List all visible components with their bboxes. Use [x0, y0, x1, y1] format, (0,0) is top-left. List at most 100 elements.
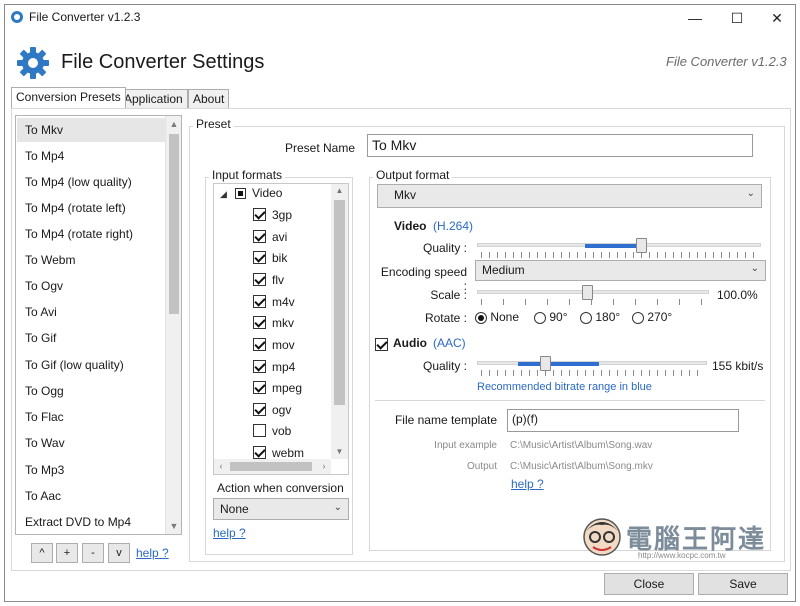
scroll-left-icon[interactable]: ‹ [214, 459, 228, 474]
format-label: avi [272, 229, 288, 244]
close-button[interactable]: Close [604, 573, 694, 595]
tree-expand-icon[interactable]: ◢ [220, 189, 227, 200]
save-button[interactable]: Save [698, 573, 788, 595]
format-checkbox[interactable] [253, 273, 266, 287]
tab-about[interactable]: About [188, 89, 230, 108]
format-checkbox[interactable] [253, 230, 266, 244]
preset-item[interactable]: To Gif (low quality) [17, 353, 165, 377]
rotate-option-90[interactable]: 90° [534, 310, 568, 324]
format-row-mpeg[interactable]: mpeg [253, 380, 302, 398]
rotate-option-180[interactable]: 180° [580, 310, 620, 324]
scroll-thumb[interactable] [169, 134, 179, 314]
category-checkbox[interactable] [235, 188, 246, 199]
tree-hscrollbar[interactable]: ‹ › [214, 459, 331, 474]
audio-checkbox[interactable] [375, 338, 388, 352]
template-input[interactable]: (p)(f) [507, 409, 739, 432]
format-checkbox[interactable] [253, 446, 266, 460]
radio-button[interactable] [632, 311, 644, 324]
preset-item[interactable]: To Mp4 [17, 144, 165, 168]
slider-ticks [481, 299, 707, 305]
format-checkbox[interactable] [253, 338, 266, 352]
input-help-link[interactable]: help ? [213, 526, 246, 540]
maximize-button[interactable]: ☐ [717, 5, 757, 31]
format-checkbox[interactable] [253, 403, 266, 417]
format-row-flv[interactable]: flv [253, 272, 284, 290]
preset-item[interactable]: To Aac [17, 484, 165, 508]
radio-button[interactable] [580, 311, 592, 324]
encoding-speed-select[interactable]: Medium ⌄ [475, 260, 766, 281]
format-row-mov[interactable]: mov [253, 337, 295, 355]
format-label: mp4 [272, 359, 296, 374]
slider-thumb[interactable] [636, 238, 647, 253]
format-row-m4v[interactable]: m4v [253, 294, 295, 312]
scroll-down-icon[interactable]: ▼ [331, 445, 348, 459]
preset-item[interactable]: To Ogg [17, 379, 165, 403]
output-format-select[interactable]: Mkv ⌄ [377, 184, 762, 208]
preset-item[interactable]: To Flac [17, 405, 165, 429]
main-window: File Converter v1.2.3 — ☐ ✕ File Convert… [4, 4, 796, 602]
format-checkbox[interactable] [253, 251, 266, 265]
preset-item[interactable]: Extract DVD to Mp4 [17, 510, 165, 534]
add-preset-button[interactable]: + [56, 543, 78, 563]
format-label: mov [272, 337, 295, 352]
rotate-option-none[interactable]: None [475, 310, 519, 324]
scroll-thumb[interactable] [334, 200, 345, 405]
preset-item[interactable]: To Mkv [17, 118, 165, 142]
preset-name-input[interactable]: To Mkv [367, 134, 753, 157]
preset-item[interactable]: To Mp3 [17, 458, 165, 482]
preset-item[interactable]: To Mp4 (low quality) [17, 170, 165, 194]
scroll-right-icon[interactable]: › [317, 459, 331, 474]
format-checkbox[interactable] [253, 208, 266, 222]
radio-button[interactable] [534, 311, 546, 324]
format-row-avi[interactable]: avi [253, 229, 287, 247]
scroll-up-icon[interactable]: ▲ [166, 116, 181, 132]
preset-item[interactable]: To Webm [17, 248, 165, 272]
format-checkbox[interactable] [253, 424, 266, 438]
audio-quality-slider[interactable] [477, 355, 707, 377]
preset-item[interactable]: To Wav [17, 431, 165, 455]
preset-item[interactable]: To Ogv [17, 274, 165, 298]
preset-list[interactable]: To Mkv To Mp4 To Mp4 (low quality) To Mp… [15, 115, 182, 535]
format-checkbox[interactable] [253, 295, 266, 309]
category-label: Video [252, 186, 283, 200]
preset-item[interactable]: To Mp4 (rotate left) [17, 196, 165, 220]
video-quality-slider[interactable] [477, 237, 761, 259]
format-row-3gp[interactable]: 3gp [253, 207, 292, 225]
tree-vscrollbar[interactable]: ▲ ▼ [331, 184, 348, 459]
scale-slider[interactable] [477, 284, 709, 306]
action-select[interactable]: None ⌄ [213, 498, 349, 520]
version-label: File Converter v1.2.3 [666, 54, 787, 69]
remove-preset-button[interactable]: - [82, 543, 104, 563]
close-window-button[interactable]: ✕ [757, 5, 797, 31]
format-row-mp4[interactable]: mp4 [253, 359, 295, 377]
scroll-up-icon[interactable]: ▲ [331, 184, 348, 198]
presets-help-link[interactable]: help ? [136, 546, 169, 560]
preset-list-scrollbar[interactable]: ▲ ▼ [165, 116, 181, 534]
scroll-thumb[interactable] [230, 462, 312, 471]
radio-button[interactable] [475, 311, 487, 324]
rotate-option-label: 90° [549, 310, 568, 324]
scroll-down-icon[interactable]: ▼ [166, 518, 181, 534]
format-row-bik[interactable]: bik [253, 250, 287, 268]
format-checkbox[interactable] [253, 381, 266, 395]
format-row-vob[interactable]: vob [253, 423, 291, 441]
format-checkbox[interactable] [253, 360, 266, 374]
preset-item[interactable]: To Mp4 (rotate right) [17, 222, 165, 246]
rotate-option-270[interactable]: 270° [632, 310, 672, 324]
preset-item[interactable]: To Avi [17, 300, 165, 324]
audio-toggle[interactable] [375, 337, 388, 352]
tab-application[interactable]: Application [119, 89, 188, 108]
slider-thumb[interactable] [540, 356, 551, 371]
output-example-label: Output [466, 461, 497, 472]
format-checkbox[interactable] [253, 316, 266, 330]
minimize-button[interactable]: — [675, 5, 715, 31]
output-help-link[interactable]: help ? [511, 477, 544, 491]
move-down-button[interactable]: v [108, 543, 130, 563]
slider-thumb[interactable] [582, 285, 593, 300]
format-row-ogv[interactable]: ogv [253, 402, 291, 420]
preset-item[interactable]: To Gif [17, 326, 165, 350]
format-row-mkv[interactable]: mkv [253, 315, 294, 333]
tab-conversion-presets[interactable]: Conversion Presets [11, 87, 126, 108]
move-up-button[interactable]: ^ [31, 543, 53, 563]
format-label: bik [272, 250, 288, 265]
